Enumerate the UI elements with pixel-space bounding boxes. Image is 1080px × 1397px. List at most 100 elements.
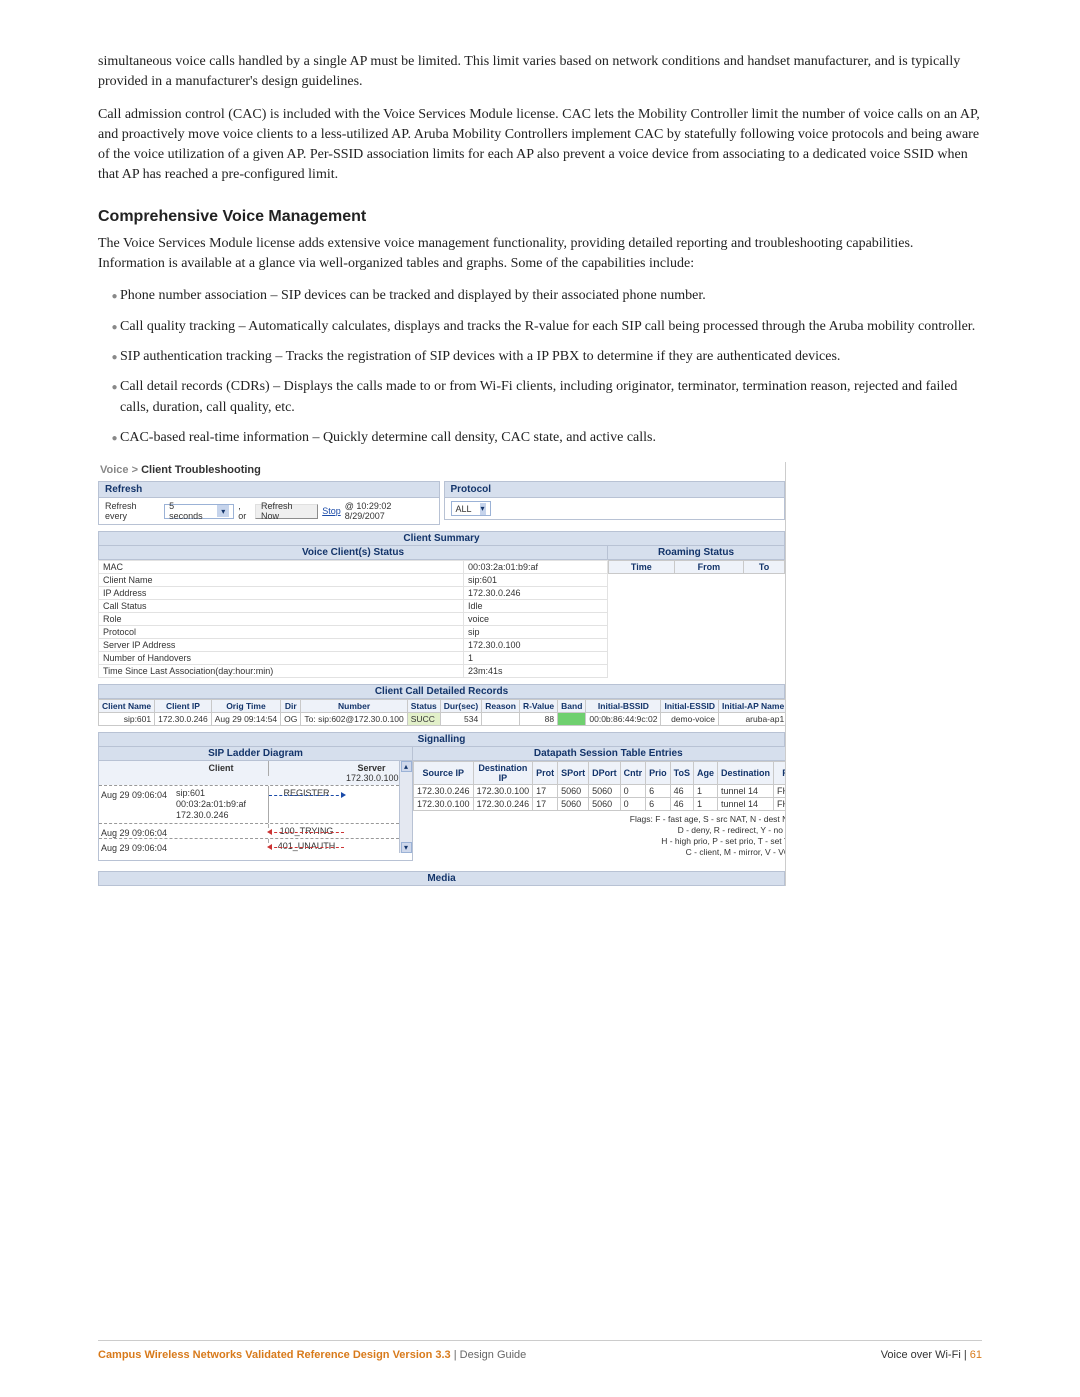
chevron-down-icon: ▾ xyxy=(480,503,486,515)
ccdr-title: Client Call Detailed Records xyxy=(98,684,785,699)
dp-cell: 5060 xyxy=(558,798,589,811)
client-summary-title: Client Summary xyxy=(98,531,785,546)
dp-col: Prot xyxy=(533,762,558,785)
ccdr-cell-status: SUCC xyxy=(407,713,440,726)
scroll-up-icon[interactable]: ▴ xyxy=(401,761,412,772)
ccdr-cell: 534 xyxy=(440,713,481,726)
dp-col: Cntr xyxy=(620,762,646,785)
dp-cell: 17 xyxy=(533,785,558,798)
ccdr-col: R-Value xyxy=(519,700,557,713)
protocol-select[interactable]: ALL ▾ xyxy=(451,501,491,516)
ccdr-col: Client Name xyxy=(99,700,155,713)
signalling-title: Signalling xyxy=(98,732,785,747)
body-para-2: Call admission control (CAC) is included… xyxy=(98,105,982,186)
body-para-1: simultaneous voice calls handled by a si… xyxy=(98,52,982,93)
status-value: 00:03:2a:01:b9:af xyxy=(464,561,608,574)
dp-cell: 5060 xyxy=(558,785,589,798)
ccdr-col: Number xyxy=(301,700,407,713)
datapath-legend: H - high prio, P - set prio, T - set ToS xyxy=(419,836,786,847)
list-item: Phone number association – SIP devices c… xyxy=(120,286,982,306)
dp-col: SPort xyxy=(558,762,589,785)
status-value: Idle xyxy=(464,600,608,613)
ccdr-col: Client IP xyxy=(155,700,212,713)
table-row: 172.30.0.246 172.30.0.100 17 5060 5060 0… xyxy=(414,785,787,798)
ccdr-col: Initial-ESSID xyxy=(661,700,719,713)
roaming-status-table: Time From To xyxy=(608,560,785,574)
dp-col: Prio xyxy=(646,762,671,785)
list-item: Call quality tracking – Automatically ca… xyxy=(120,317,982,337)
scroll-down-icon[interactable]: ▾ xyxy=(401,842,412,853)
status-value: sip:601 xyxy=(464,574,608,587)
ladder-msg-label: 401_UNAUTH xyxy=(278,841,336,851)
ccdr-col: Dur(sec) xyxy=(440,700,481,713)
dp-cell: 0 xyxy=(620,798,646,811)
ccdr-cell: sip:601 xyxy=(99,713,155,726)
status-label: Role xyxy=(99,613,464,626)
footer-page-number: 61 xyxy=(970,1349,982,1361)
status-value: 1 xyxy=(464,652,608,665)
ccdr-cell: OG xyxy=(281,713,301,726)
status-label: Server IP Address xyxy=(99,639,464,652)
datapath-title: Datapath Session Table Entries xyxy=(413,747,786,761)
ccdr-table: Client Name Client IP Orig Time Dir Numb… xyxy=(98,699,786,726)
ccdr-cell: To: sip:602@172.30.0.100 xyxy=(301,713,407,726)
table-row: sip:601 172.30.0.246 Aug 29 09:14:54 OG … xyxy=(99,713,787,726)
footer-doc-sub: Design Guide xyxy=(460,1349,527,1361)
dp-cell: 172.30.0.246 xyxy=(414,785,474,798)
ladder-msg: 100_TRYING xyxy=(269,824,344,838)
status-label: Call Status xyxy=(99,600,464,613)
status-value: 172.30.0.246 xyxy=(464,587,608,600)
scrollbar[interactable]: ▴ ▾ xyxy=(399,761,412,852)
dp-col: Destination xyxy=(718,762,774,785)
section-heading: Comprehensive Voice Management xyxy=(98,208,982,226)
voice-client-status-title: Voice Client(s) Status xyxy=(98,546,608,560)
ccdr-col: Dir xyxy=(281,700,301,713)
list-item: CAC-based real-time information – Quickl… xyxy=(120,428,982,448)
dp-cell: tunnel 14 xyxy=(718,785,774,798)
refresh-timestamp: @ 10:29:02 8/29/2007 xyxy=(345,501,433,521)
roaming-col-time: Time xyxy=(609,561,675,574)
dp-cell: 5060 xyxy=(589,785,621,798)
ladder-msg: 401_UNAUTH xyxy=(269,839,344,853)
dp-cell: 1 xyxy=(694,798,718,811)
refresh-now-button[interactable]: Refresh Now xyxy=(255,504,318,519)
status-value: 172.30.0.100 xyxy=(464,639,608,652)
ladder-hdr-client: Client xyxy=(174,761,269,776)
footer-section: Voice over Wi-Fi xyxy=(881,1349,961,1361)
refresh-interval-value: 5 seconds xyxy=(169,501,209,521)
page-footer: Campus Wireless Networks Validated Refer… xyxy=(98,1340,982,1361)
dp-cell: 17 xyxy=(533,798,558,811)
status-label: Time Since Last Association(day:hour:min… xyxy=(99,665,464,678)
ccdr-cell: 88 xyxy=(519,713,557,726)
dp-col: Destination IP xyxy=(473,762,533,785)
roaming-col-to: To xyxy=(744,561,785,574)
dp-col: Fla xyxy=(774,762,786,785)
ccdr-cell: 00:0b:86:44:9c:02 xyxy=(586,713,661,726)
datapath-legend: C - client, M - mirror, V - VOIP xyxy=(419,847,786,858)
ladder-client: sip:601 00:03:2a:01:b9:af 172.30.0.246 xyxy=(174,786,269,822)
status-label: Number of Handovers xyxy=(99,652,464,665)
ccdr-cell: Aug 29 09:14:54 xyxy=(211,713,280,726)
dp-col: ToS xyxy=(670,762,693,785)
body-para-3: The Voice Services Module license adds e… xyxy=(98,234,982,275)
breadcrumb-current: Client Troubleshooting xyxy=(141,464,261,476)
list-item: SIP authentication tracking – Tracks the… xyxy=(120,347,982,367)
dp-cell: 0 xyxy=(620,785,646,798)
ladder-msg-label: REGISTER xyxy=(283,788,329,798)
voice-client-status-table: MAC00:03:2a:01:b9:af Client Namesip:601 … xyxy=(98,560,608,678)
status-label: MAC xyxy=(99,561,464,574)
refresh-stop-link[interactable]: Stop xyxy=(322,506,341,516)
status-label: Client Name xyxy=(99,574,464,587)
ccdr-cell-band xyxy=(558,713,586,726)
dp-cell: 46 xyxy=(670,785,693,798)
dp-col: Age xyxy=(694,762,718,785)
ladder-server-ip: 172.30.0.100 xyxy=(346,773,399,783)
dp-col: Source IP xyxy=(414,762,474,785)
breadcrumb-prefix: Voice > xyxy=(100,464,141,476)
refresh-interval-select[interactable]: 5 seconds ▾ xyxy=(164,504,234,519)
chevron-down-icon: ▾ xyxy=(217,505,229,517)
breadcrumb: Voice > Client Troubleshooting xyxy=(98,462,785,481)
ladder-msg: REGISTER xyxy=(269,786,344,800)
datapath-table: Source IP Destination IP Prot SPort DPor… xyxy=(413,761,786,811)
dp-cell: 172.30.0.100 xyxy=(414,798,474,811)
